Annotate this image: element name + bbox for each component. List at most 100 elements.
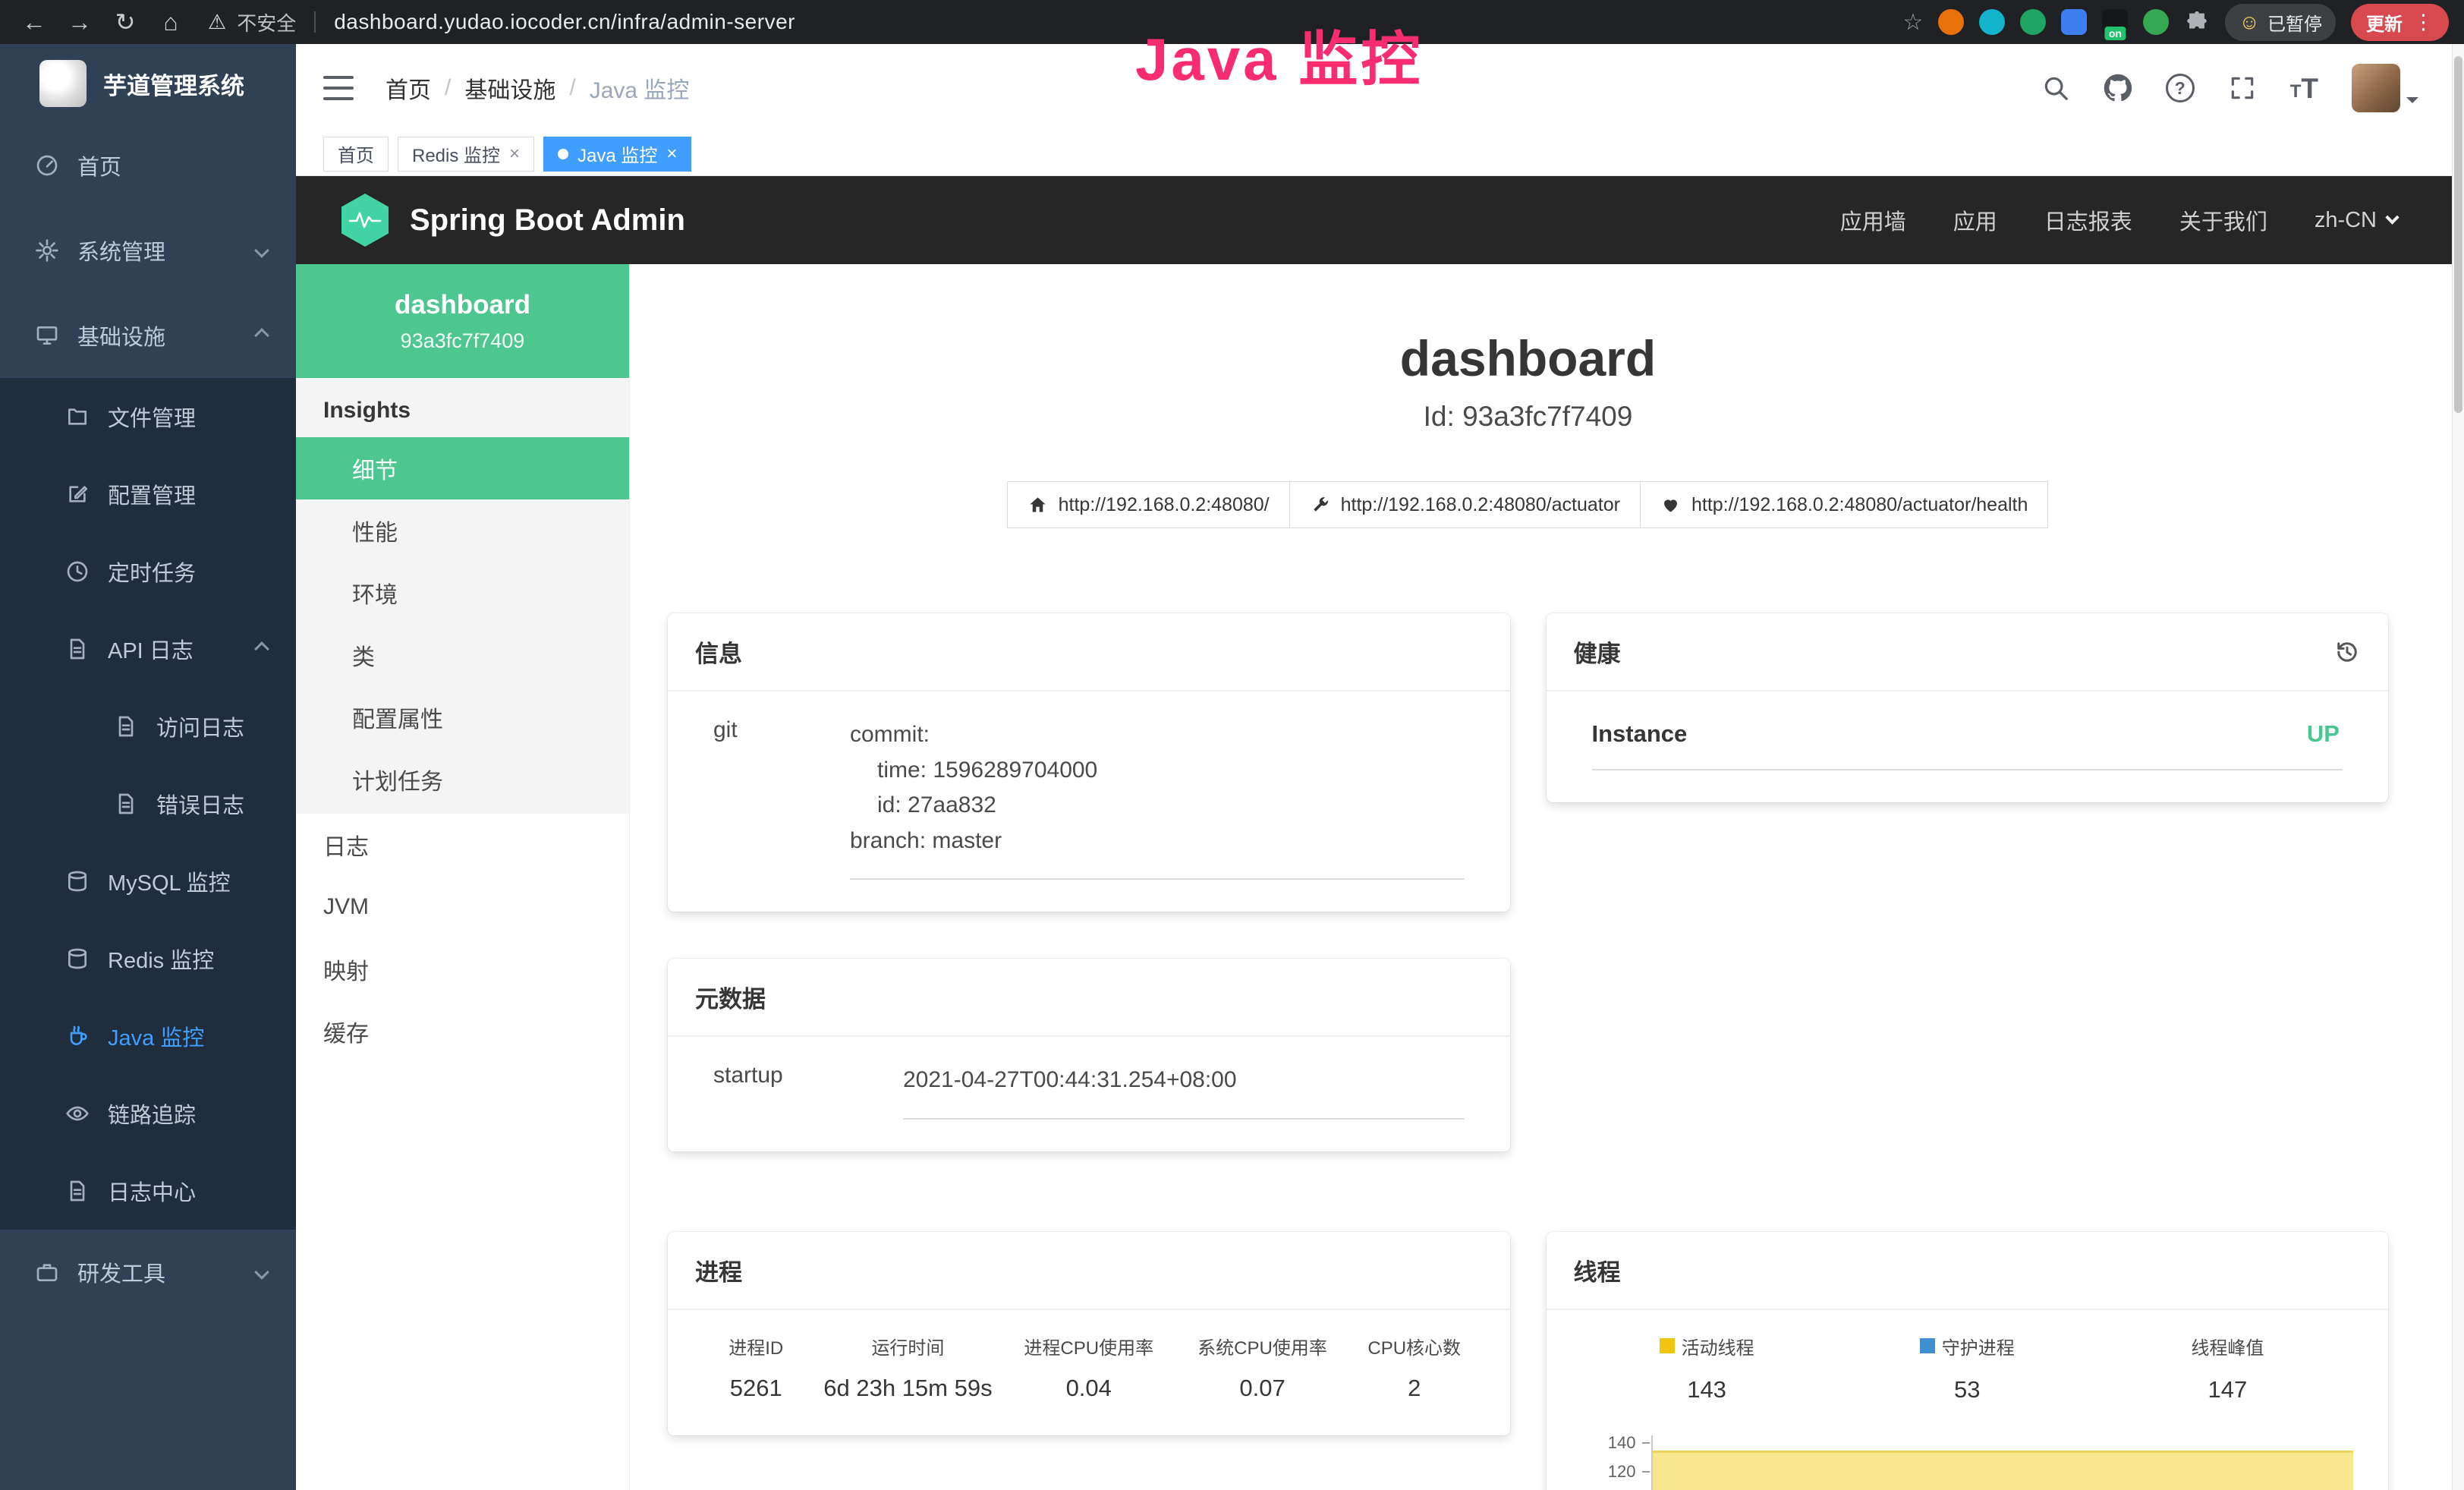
card-title: 信息 [695,635,742,669]
bookmark-star-icon[interactable]: ☆ [1903,9,1924,36]
sba-item-caches[interactable]: 缓存 [296,1000,629,1063]
search-icon[interactable] [2041,74,2070,102]
sba-item-mappings[interactable]: 映射 [296,938,629,1000]
java-cup-icon [65,1024,90,1048]
scrollbar-thumb[interactable] [2454,56,2462,413]
sba-item-classes[interactable]: 类 [296,624,629,686]
annotation-java-monitor: Java 监控 [1135,12,1423,97]
forward-icon[interactable]: → [61,8,99,36]
sba-item-scheduled-tasks[interactable]: 计划任务 [296,748,629,811]
sidebar-item-mysql-monitor[interactable]: MySQL 监控 [0,843,296,920]
address-bar[interactable]: ⚠ 不安全 dashboard.yudao.iocoder.cn/infra/a… [208,8,795,36]
sba-nav: 应用墙 应用 日志报表 关于我们 zh-CN [1840,204,2397,236]
sba-item-config-props[interactable]: 配置属性 [296,686,629,748]
sidebar-item-config-manage[interactable]: 配置管理 [0,455,296,533]
extensions-puzzle-icon[interactable] [2184,9,2210,35]
extension-icon-teal[interactable] [1979,9,2005,35]
health-instance-row: Instance UP [1592,717,2343,770]
font-size-icon[interactable]: TT [2290,74,2318,102]
sba-item-environment[interactable]: 环境 [296,562,629,624]
sba-nav-about[interactable]: 关于我们 [2179,204,2267,236]
sidebar-item-file-manage[interactable]: 文件管理 [0,378,296,455]
sidebar-item-redis-monitor[interactable]: Redis 监控 [0,920,296,997]
history-icon[interactable] [2333,638,2361,666]
tab-java-monitor[interactable]: Java 监控 × [543,137,691,172]
sidebar-item-dev-tools[interactable]: 研发工具 [0,1230,296,1315]
sba-item-performance[interactable]: 性能 [296,499,629,562]
fullscreen-icon[interactable] [2228,74,2257,102]
home-icon[interactable]: ⌂ [152,8,190,36]
extension-icon-orange[interactable] [1938,9,1964,35]
page-title: dashboard [668,329,2388,387]
chevron-down-icon [2385,210,2399,224]
sidebar-item-tracing[interactable]: 链路追踪 [0,1075,296,1152]
back-icon[interactable]: ← [15,8,53,36]
chevron-down-icon [2406,97,2418,109]
extension-icon-blue-grid[interactable] [2061,9,2087,35]
sba-nav-journal[interactable]: 日志报表 [2044,204,2132,236]
hamburger-icon[interactable] [323,76,354,100]
main-area: 首页 / 基础设施 / Java 监控 ? TT 首页 Redis 监控 × [296,44,2452,1490]
instance-header[interactable]: dashboard 93a3fc7f7409 [296,264,629,378]
service-url-link[interactable]: http://192.168.0.2:48080/ [1007,481,1290,528]
extension-icon-green[interactable] [2020,9,2046,35]
sba-nav-wallboard[interactable]: 应用墙 [1840,204,1906,236]
threads-legend: 活动线程 143 守护进程 53 线程峰值 147 [1577,1333,2359,1403]
card-title: 进程 [695,1253,742,1287]
info-card: 信息 git commit: time: 1596289704000 id: 2… [668,613,1510,912]
sba-item-jvm[interactable]: JVM [296,876,629,938]
breadcrumb-infrastructure[interactable]: 基础设施 [464,71,555,105]
browser-update-button[interactable]: 更新 ⋮ [2351,4,2449,41]
reload-icon[interactable]: ↻ [106,8,144,36]
instance-links: http://192.168.0.2:48080/ http://192.168… [668,481,2388,528]
actuator-url-link[interactable]: http://192.168.0.2:48080/actuator [1289,481,1641,528]
sidebar-item-scheduled-jobs[interactable]: 定时任务 [0,533,296,610]
breadcrumb-current: Java 监控 [590,71,690,105]
extension-icon-leaf[interactable] [2143,9,2169,35]
process-table: 进程ID5261 运行时间6d 23h 15m 59s 进程CPU使用率0.04… [668,1310,1510,1435]
insights-group-label: Insights [296,378,629,437]
sidebar-item-home[interactable]: 首页 [0,123,296,208]
sba-item-details[interactable]: 细节 [296,437,629,499]
clock-icon [65,559,90,584]
breadcrumb: 首页 / 基础设施 / Java 监控 [385,71,689,105]
gear-icon [35,238,59,263]
sidebar-item-log-center[interactable]: 日志中心 [0,1152,296,1230]
github-icon[interactable] [2104,74,2132,102]
warning-icon: ⚠ [208,11,226,34]
close-icon[interactable]: × [666,143,677,165]
sidebar-item-api-logs[interactable]: API 日志 [0,610,296,688]
health-url-link[interactable]: http://192.168.0.2:48080/actuator/health [1640,481,2048,528]
spring-boot-admin-logo [341,194,389,247]
sidebar-item-access-logs[interactable]: 访问日志 [0,688,296,765]
paused-extension-badge[interactable]: ☺ 已暂停 [2225,4,2336,41]
sba-locale-select[interactable]: zh-CN [2315,208,2397,233]
sidebar-item-error-logs[interactable]: 错误日志 [0,765,296,843]
extension-icon-dark-on[interactable]: on [2102,9,2128,35]
sba-brand-title[interactable]: Spring Boot Admin [410,203,685,238]
home-icon [1027,495,1048,515]
app-logo-row[interactable]: 芋道管理系统 [0,44,296,123]
sba-nav-applications[interactable]: 应用 [1953,204,1997,236]
avatar [2352,64,2400,112]
security-label: 不安全 [237,8,296,36]
process-card: 进程 进程ID5261 运行时间6d 23h 15m 59s 进程CPU使用率0… [668,1232,1510,1435]
sidebar-item-infrastructure[interactable]: 基础设施 [0,293,296,378]
document-icon [114,714,138,739]
tab-bar: 首页 Redis 监控 × Java 监控 × [296,132,2452,176]
tab-redis-monitor[interactable]: Redis 监控 × [398,137,534,172]
eye-icon [65,1101,90,1126]
sidebar-item-java-monitor[interactable]: Java 监控 [0,997,296,1075]
sba-content: dashboard Id: 93a3fc7f7409 http://192.16… [630,264,2452,1490]
smiley-icon: ☺ [2239,11,2260,34]
user-menu[interactable] [2352,64,2418,112]
breadcrumb-home[interactable]: 首页 [385,71,431,105]
sidebar-item-system[interactable]: 系统管理 [0,208,296,293]
help-icon[interactable]: ? [2166,74,2195,102]
sba-header: Spring Boot Admin 应用墙 应用 日志报表 关于我们 zh-CN [296,176,2452,264]
close-icon[interactable]: × [509,143,520,165]
on-badge: on [2105,27,2126,40]
tab-home[interactable]: 首页 [323,137,389,172]
sba-item-loggers[interactable]: 日志 [296,814,629,876]
kebab-menu-icon[interactable]: ⋮ [2413,11,2434,34]
